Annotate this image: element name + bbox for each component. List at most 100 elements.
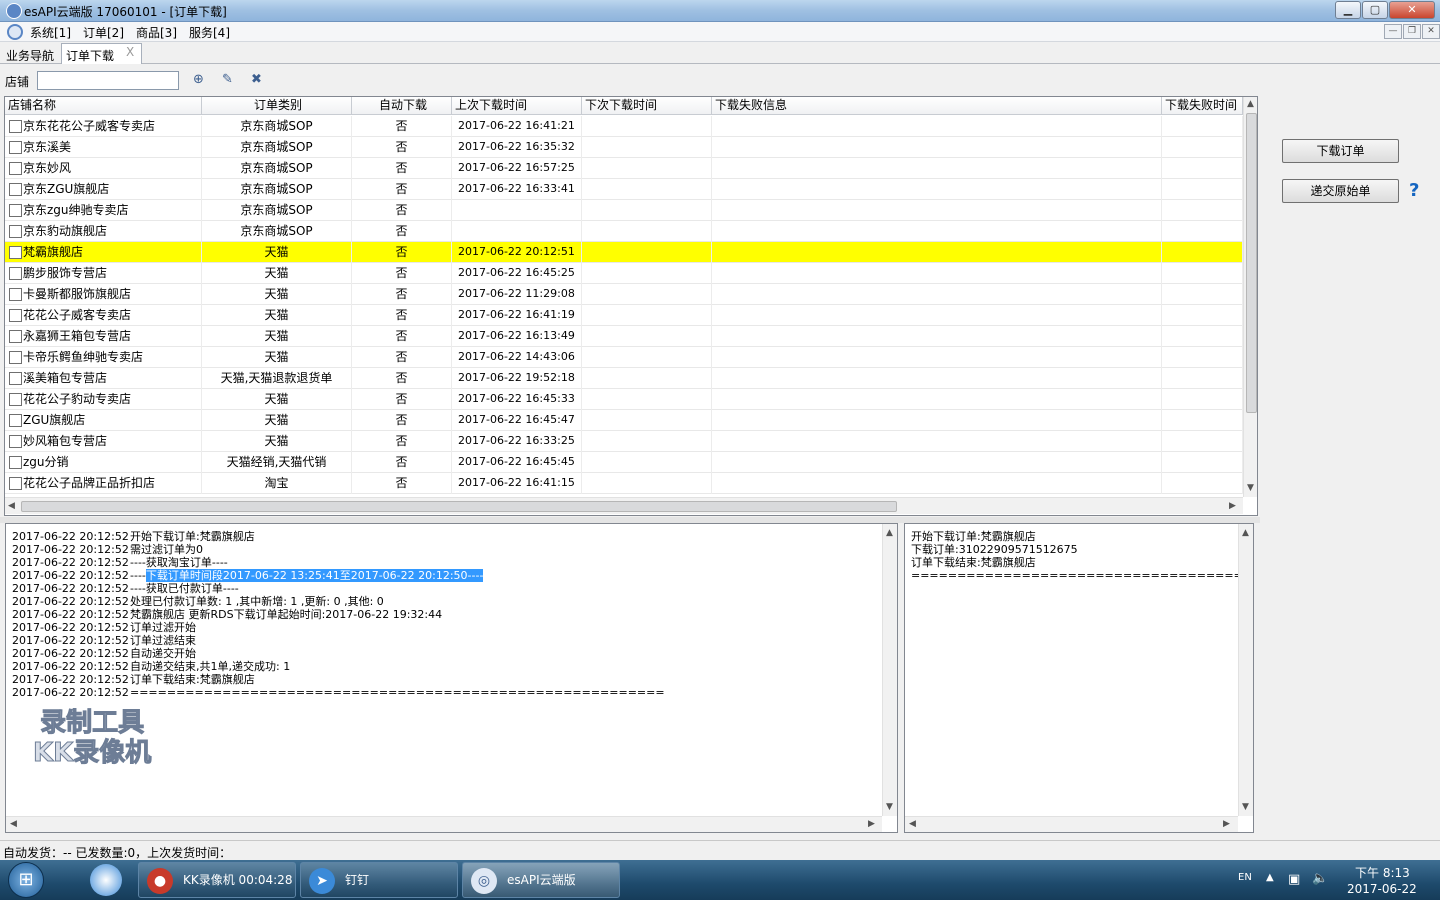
- table-row[interactable]: 永嘉狮王箱包专营店 天猫否 2017-06-22 16:13:49: [5, 326, 1243, 347]
- taskbar-item-kk-recorder[interactable]: ● KK录像机 00:04:28: [138, 862, 296, 898]
- delete-icon[interactable]: ✖: [248, 71, 265, 88]
- cell-shop-name: 京东溪美: [23, 137, 202, 158]
- network-icon[interactable]: ▣: [1288, 872, 1300, 887]
- row-checkbox[interactable]: [9, 309, 22, 322]
- order-log-horizontal-scrollbar[interactable]: ◀ ▶: [905, 816, 1238, 832]
- download-orders-button[interactable]: 下载订单: [1282, 139, 1399, 163]
- mdi-close-button[interactable]: ✕: [1422, 24, 1440, 39]
- table-row[interactable]: 卡曼斯都服饰旗舰店 天猫否 2017-06-22 11:29:08: [5, 284, 1243, 305]
- cell-fail-time: [1162, 410, 1243, 431]
- table-row[interactable]: 妙风箱包专营店 天猫否 2017-06-22 16:33:25: [5, 431, 1243, 452]
- table-row[interactable]: 梵霸旗舰店 天猫否 2017-06-22 20:12:51: [5, 242, 1243, 263]
- grid-horizontal-scrollbar[interactable]: ◀ ▶: [5, 497, 1243, 514]
- row-checkbox[interactable]: [9, 372, 22, 385]
- header-next-download[interactable]: 下次下载时间: [582, 97, 712, 115]
- scroll-right-icon[interactable]: ▶: [1229, 501, 1236, 511]
- scroll-down-icon[interactable]: ▼: [1242, 802, 1249, 812]
- menu-goods[interactable]: 商品[3]: [136, 24, 177, 41]
- table-row[interactable]: zgu分销 天猫经销,天猫代销否 2017-06-22 16:45:45: [5, 452, 1243, 473]
- taskbar-item-esapi[interactable]: ◎ esAPI云端版: [462, 862, 620, 898]
- help-icon[interactable]: ?: [1409, 180, 1419, 201]
- row-checkbox[interactable]: [9, 351, 22, 364]
- menu-order[interactable]: 订单[2]: [83, 24, 124, 41]
- add-icon[interactable]: ⊕: [190, 71, 207, 88]
- submit-raw-orders-button[interactable]: 递交原始单: [1282, 179, 1399, 203]
- table-row[interactable]: 京东溪美 京东商城SOP 否 2017-06-22 16:35:32: [5, 137, 1243, 158]
- scroll-left-icon[interactable]: ◀: [909, 819, 916, 829]
- table-row[interactable]: 溪美箱包专营店 天猫,天猫退款退货单否 2017-06-22 19:52:18: [5, 368, 1243, 389]
- log-vertical-scrollbar[interactable]: ▲ ▼: [882, 524, 897, 816]
- log-horizontal-scrollbar[interactable]: ◀ ▶: [6, 816, 882, 832]
- row-checkbox[interactable]: [9, 393, 22, 406]
- scroll-up-icon[interactable]: ▲: [1242, 528, 1249, 538]
- shop-input[interactable]: [37, 71, 179, 90]
- row-checkbox[interactable]: [9, 456, 22, 469]
- mdi-restore-button[interactable]: ❐: [1403, 24, 1421, 39]
- row-checkbox[interactable]: [9, 267, 22, 280]
- table-row[interactable]: 花花公子品牌正品折扣店 淘宝否 2017-06-22 16:41:15: [5, 473, 1243, 494]
- scroll-left-icon[interactable]: ◀: [8, 501, 15, 511]
- table-row[interactable]: 京东花花公子威客专卖店 京东商城SOP 否 2017-06-22 16:41:21: [5, 116, 1243, 137]
- header-fail-time[interactable]: 下载失败时间: [1162, 97, 1243, 115]
- header-shop-name[interactable]: 店铺名称: [5, 97, 202, 115]
- scroll-down-icon[interactable]: ▼: [886, 802, 893, 812]
- row-checkbox[interactable]: [9, 330, 22, 343]
- table-row[interactable]: 卡帝乐鳄鱼绅驰专卖店 天猫否 2017-06-22 14:43:06: [5, 347, 1243, 368]
- scroll-thumb[interactable]: [1246, 113, 1257, 413]
- scroll-right-icon[interactable]: ▶: [1223, 819, 1230, 829]
- cell-order-type: 天猫: [202, 410, 352, 431]
- tray-expand-icon[interactable]: ▲: [1266, 872, 1274, 883]
- row-checkbox[interactable]: [9, 225, 22, 238]
- row-checkbox[interactable]: [9, 288, 22, 301]
- row-checkbox[interactable]: [9, 477, 22, 490]
- scroll-down-icon[interactable]: ▼: [1247, 483, 1254, 493]
- header-auto-download[interactable]: 自动下载: [352, 97, 452, 115]
- log-line: 2017-06-22 20:12:52自动递交开始: [12, 647, 196, 660]
- menu-service[interactable]: 服务[4]: [189, 24, 230, 41]
- header-order-type[interactable]: 订单类别: [202, 97, 352, 115]
- table-row[interactable]: 鹏步服饰专营店 天猫否 2017-06-22 16:45:25: [5, 263, 1243, 284]
- table-row[interactable]: ZGU旗舰店 天猫否 2017-06-22 16:45:47: [5, 410, 1243, 431]
- grid-vertical-scrollbar[interactable]: ▲ ▼: [1243, 97, 1257, 497]
- scroll-up-icon[interactable]: ▲: [886, 528, 893, 538]
- table-row[interactable]: 花花公子豹动专卖店 天猫否 2017-06-22 16:45:33: [5, 389, 1243, 410]
- cell-auto-download: 否: [352, 284, 452, 305]
- row-checkbox[interactable]: [9, 141, 22, 154]
- scroll-right-icon[interactable]: ▶: [868, 819, 875, 829]
- header-fail-info[interactable]: 下载失败信息: [712, 97, 1162, 115]
- tab-close-icon[interactable]: X: [126, 45, 134, 59]
- table-row[interactable]: 京东豹动旗舰店 京东商城SOP 否: [5, 221, 1243, 242]
- row-checkbox[interactable]: [9, 414, 22, 427]
- scroll-up-icon[interactable]: ▲: [1247, 99, 1254, 109]
- taskbar-item-dingtalk[interactable]: ➤ 钉钉: [300, 862, 458, 898]
- maximize-button[interactable]: ▢: [1362, 1, 1388, 19]
- windows-start-icon[interactable]: ⊞: [8, 862, 44, 898]
- table-row[interactable]: 京东ZGU旗舰店 京东商城SOP 否 2017-06-22 16:33:41: [5, 179, 1243, 200]
- volume-icon[interactable]: 🔈: [1312, 871, 1328, 886]
- tab-business-nav[interactable]: 业务导航: [6, 47, 54, 64]
- minimize-button[interactable]: ▁: [1335, 1, 1361, 19]
- row-checkbox[interactable]: [9, 162, 22, 175]
- close-button[interactable]: ✕: [1389, 1, 1435, 19]
- table-row[interactable]: 花花公子威客专卖店 天猫否 2017-06-22 16:41:19: [5, 305, 1243, 326]
- browser-icon[interactable]: [90, 864, 122, 896]
- edit-icon[interactable]: ✎: [219, 71, 236, 88]
- row-checkbox[interactable]: [9, 120, 22, 133]
- row-checkbox[interactable]: [9, 246, 22, 259]
- row-checkbox[interactable]: [9, 204, 22, 217]
- menu-system[interactable]: 系统[1]: [30, 24, 71, 41]
- mdi-minimize-button[interactable]: —: [1384, 24, 1402, 39]
- log-selected-text[interactable]: 下载订单时间段2017-06-22 13:25:41至2017-06-22 20…: [145, 569, 484, 582]
- clock-time[interactable]: 下午 8:13: [1355, 864, 1410, 881]
- table-row[interactable]: 京东妙风 京东商城SOP 否 2017-06-22 16:57:25: [5, 158, 1243, 179]
- clock-date[interactable]: 2017-06-22: [1347, 882, 1417, 896]
- table-row[interactable]: 京东zgu绅驰专卖店 京东商城SOP 否: [5, 200, 1243, 221]
- cell-next-download: [582, 305, 712, 326]
- row-checkbox[interactable]: [9, 435, 22, 448]
- language-indicator[interactable]: EN: [1238, 872, 1252, 883]
- row-checkbox[interactable]: [9, 183, 22, 196]
- scroll-left-icon[interactable]: ◀: [10, 819, 17, 829]
- header-last-download[interactable]: 上次下载时间: [452, 97, 582, 115]
- scroll-thumb[interactable]: [21, 501, 897, 512]
- order-log-vertical-scrollbar[interactable]: ▲ ▼: [1238, 524, 1253, 816]
